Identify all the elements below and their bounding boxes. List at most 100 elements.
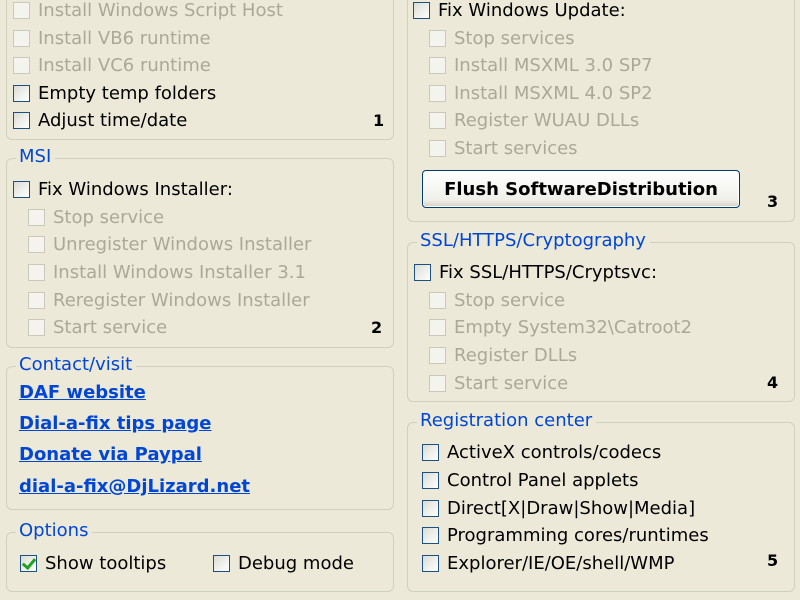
checkbox-label: Register WUAU DLLs [454, 109, 640, 131]
donate-link[interactable]: Donate via Paypal [19, 444, 202, 465]
empty-catroot2-checkbox-row[interactable]: Empty System32\Catroot2 [429, 315, 692, 339]
checkbox[interactable] [13, 84, 30, 102]
wu-start-services-checkbox-row[interactable]: Start services [429, 136, 578, 160]
ssl-start-service-checkbox-row[interactable]: Start service [429, 371, 568, 395]
fix-windows-update-checkbox-row[interactable]: Fix Windows Update: [413, 0, 626, 22]
checkbox-label: Programming cores/runtimes [447, 524, 709, 546]
msi-stop-service-checkbox-row[interactable]: Stop service [28, 205, 164, 229]
checkbox[interactable] [13, 111, 30, 129]
install-vb6-checkbox-row[interactable]: Install VB6 runtime [13, 26, 211, 50]
checkbox-label: Start service [454, 372, 569, 394]
checkbox[interactable] [13, 1, 30, 19]
checkbox[interactable] [422, 471, 439, 489]
checkbox-label: Direct[X|Draw|Show|Media] [447, 497, 696, 519]
explorer-checkbox-row[interactable]: Explorer/IE/OE/shell/WMP [422, 551, 674, 575]
msxml3-checkbox-row[interactable]: Install MSXML 3.0 SP7 [429, 53, 653, 77]
group-number: 1 [373, 111, 385, 130]
group-number: 4 [767, 373, 779, 392]
checkbox[interactable] [429, 374, 446, 392]
install-vc6-checkbox-row[interactable]: Install VC6 runtime [13, 53, 211, 77]
checkbox-label: Install Windows Installer 3.1 [53, 261, 306, 283]
checkbox-label: ActiveX controls/codecs [447, 441, 662, 463]
tips-page-link[interactable]: Dial-a-fix tips page [19, 413, 212, 434]
msxml4-checkbox-row[interactable]: Install MSXML 4.0 SP2 [429, 81, 653, 105]
checkbox[interactable] [429, 346, 446, 364]
checkbox[interactable] [429, 84, 446, 102]
checkbox-label: Control Panel applets [447, 469, 639, 491]
checkbox-label: Install MSXML 3.0 SP7 [454, 54, 653, 76]
fix-windows-installer-checkbox-row[interactable]: Fix Windows Installer: [13, 177, 233, 201]
activex-checkbox-row[interactable]: ActiveX controls/codecs [422, 440, 661, 464]
registration-group-title: Registration center [417, 410, 597, 431]
ssl-group-title: SSL/HTTPS/Cryptography [417, 230, 650, 251]
checkbox-label: Debug mode [238, 552, 354, 574]
register-dlls-checkbox-row[interactable]: Register DLLs [429, 343, 577, 367]
checkbox-label: Stop service [53, 206, 165, 228]
daf-website-link[interactable]: DAF website [19, 382, 146, 403]
checkbox-label: Start service [53, 316, 168, 338]
ssl-stop-service-checkbox-row[interactable]: Stop service [429, 288, 565, 312]
checkbox[interactable] [28, 291, 45, 309]
adjust-time-checkbox-row[interactable]: Adjust time/date [13, 108, 187, 132]
checkbox[interactable] [28, 208, 45, 226]
debug-mode-checkbox-row[interactable]: Debug mode [213, 551, 354, 575]
install-installer-checkbox-row[interactable]: Install Windows Installer 3.1 [28, 260, 306, 284]
checkbox[interactable] [429, 139, 446, 157]
options-group-title: Options [16, 520, 93, 541]
control-panel-checkbox-row[interactable]: Control Panel applets [422, 468, 638, 492]
checkbox-label: Install Windows Script Host [38, 0, 283, 21]
group-number: 3 [767, 192, 779, 211]
checkbox[interactable] [28, 235, 45, 253]
checkbox-label: Adjust time/date [38, 109, 188, 131]
checkbox[interactable] [13, 180, 30, 198]
checkbox[interactable] [429, 318, 446, 336]
install-wsh-checkbox-row[interactable]: Install Windows Script Host [13, 0, 283, 22]
checkbox[interactable] [429, 291, 446, 309]
checkbox[interactable] [422, 554, 439, 572]
flush-softwaredistribution-button[interactable]: Flush SoftwareDistribution [422, 170, 740, 208]
reregister-installer-checkbox-row[interactable]: Reregister Windows Installer [28, 288, 310, 312]
checkbox[interactable] [422, 499, 439, 517]
unregister-installer-checkbox-row[interactable]: Unregister Windows Installer [28, 232, 311, 256]
checkbox-label: Unregister Windows Installer [53, 233, 312, 255]
checkbox[interactable] [414, 263, 431, 281]
checkbox-label: Fix SSL/HTTPS/Cryptsvc: [439, 261, 658, 283]
checkbox[interactable] [20, 554, 37, 572]
checkbox[interactable] [422, 443, 439, 461]
checkbox[interactable] [13, 56, 30, 74]
checkbox-label: Empty temp folders [38, 82, 217, 104]
checkbox-label: Install MSXML 4.0 SP2 [454, 82, 653, 104]
checkbox[interactable] [28, 318, 45, 336]
checkbox-label: Show tooltips [45, 552, 167, 574]
checkbox-label: Reregister Windows Installer [53, 289, 310, 311]
checkbox-label: Install VC6 runtime [38, 54, 211, 76]
empty-temp-checkbox-row[interactable]: Empty temp folders [13, 81, 216, 105]
checkbox[interactable] [13, 29, 30, 47]
checkbox-label: Install VB6 runtime [38, 27, 211, 49]
fix-ssl-checkbox-row[interactable]: Fix SSL/HTTPS/Cryptsvc: [414, 260, 657, 284]
checkbox-label: Fix Windows Installer: [38, 178, 233, 200]
msi-group-title: MSI [16, 146, 56, 167]
wu-stop-services-checkbox-row[interactable]: Stop services [429, 26, 575, 50]
checkbox-label: Empty System32\Catroot2 [454, 316, 693, 338]
checkbox-label: Fix Windows Update: [438, 0, 626, 21]
contact-group-title: Contact/visit [16, 354, 137, 375]
checkbox[interactable] [429, 111, 446, 129]
checkbox-label: Explorer/IE/OE/shell/WMP [447, 552, 675, 574]
checkbox[interactable] [429, 56, 446, 74]
programming-cores-checkbox-row[interactable]: Programming cores/runtimes [422, 523, 709, 547]
checkbox-label: Stop services [454, 27, 575, 49]
directx-checkbox-row[interactable]: Direct[X|Draw|Show|Media] [422, 496, 695, 520]
email-link[interactable]: dial-a-fix@DjLizard.net [19, 476, 250, 497]
msi-start-service-checkbox-row[interactable]: Start service [28, 315, 167, 339]
checkbox[interactable] [413, 1, 430, 19]
checkbox[interactable] [429, 29, 446, 47]
checkbox-label: Stop service [454, 289, 566, 311]
group-number: 5 [767, 551, 779, 570]
checkbox[interactable] [28, 263, 45, 281]
checkbox[interactable] [422, 526, 439, 544]
checkbox-label: Register DLLs [454, 344, 578, 366]
show-tooltips-checkbox-row[interactable]: Show tooltips [20, 551, 166, 575]
register-wuau-checkbox-row[interactable]: Register WUAU DLLs [429, 108, 639, 132]
checkbox[interactable] [213, 554, 230, 572]
